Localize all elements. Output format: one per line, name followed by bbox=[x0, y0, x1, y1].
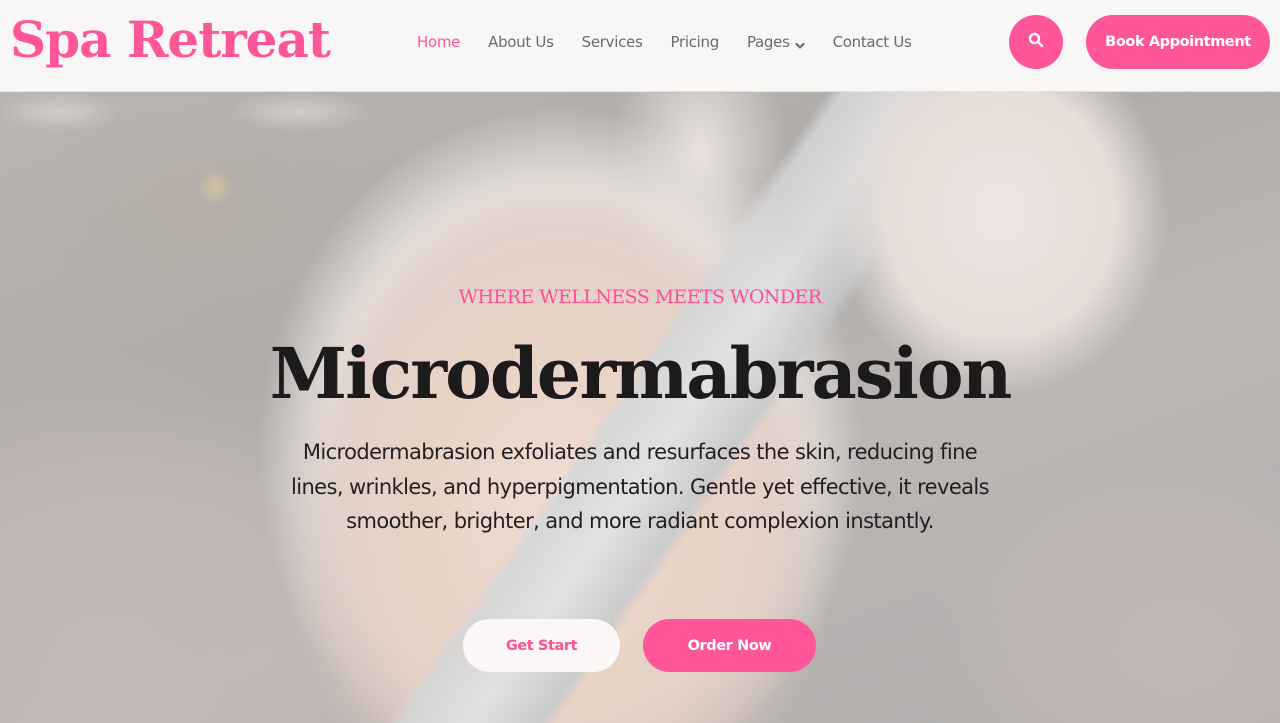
navbar: Spa Retreat Home About Us Services Prici… bbox=[0, 0, 1280, 92]
brand-logo[interactable]: Spa Retreat bbox=[10, 8, 331, 72]
nav-item-label: Services bbox=[581, 33, 643, 51]
nav-item-about-us[interactable]: About Us bbox=[488, 33, 554, 51]
nav-item-services[interactable]: Services bbox=[582, 33, 643, 51]
nav-item-contact-us[interactable]: Contact Us bbox=[833, 33, 912, 51]
nav-item-home[interactable]: Home bbox=[417, 33, 460, 51]
hero-title: Microdermabrasion bbox=[269, 332, 1013, 415]
hero-section: WHERE WELLNESS MEETS WONDER Microdermabr… bbox=[0, 92, 1280, 723]
search-icon bbox=[1028, 32, 1044, 53]
search-button[interactable] bbox=[1009, 15, 1063, 69]
nav-item-pricing[interactable]: Pricing bbox=[670, 33, 719, 51]
nav-item-label: Home bbox=[417, 33, 461, 51]
hero-content: WHERE WELLNESS MEETS WONDER Microdermabr… bbox=[0, 92, 1280, 723]
nav-item-label: Contact Us bbox=[832, 33, 912, 51]
nav-item-pages[interactable]: Pages bbox=[747, 33, 805, 51]
book-appointment-button[interactable]: Book Appointment bbox=[1086, 15, 1270, 69]
order-now-button[interactable]: Order Now bbox=[643, 619, 816, 672]
chevron-down-icon bbox=[794, 37, 805, 49]
nav-item-label: About Us bbox=[488, 33, 554, 51]
hero-description: Microdermabrasion exfoliates and resurfa… bbox=[290, 440, 990, 533]
nav-menu: Home About Us Services Pricing Pages Con… bbox=[417, 30, 940, 54]
nav-item-label: Pricing bbox=[670, 33, 719, 51]
hero-tagline: WHERE WELLNESS MEETS WONDER bbox=[458, 286, 823, 308]
nav-item-label: Pages bbox=[746, 33, 790, 51]
get-start-button[interactable]: Get Start bbox=[463, 619, 620, 672]
